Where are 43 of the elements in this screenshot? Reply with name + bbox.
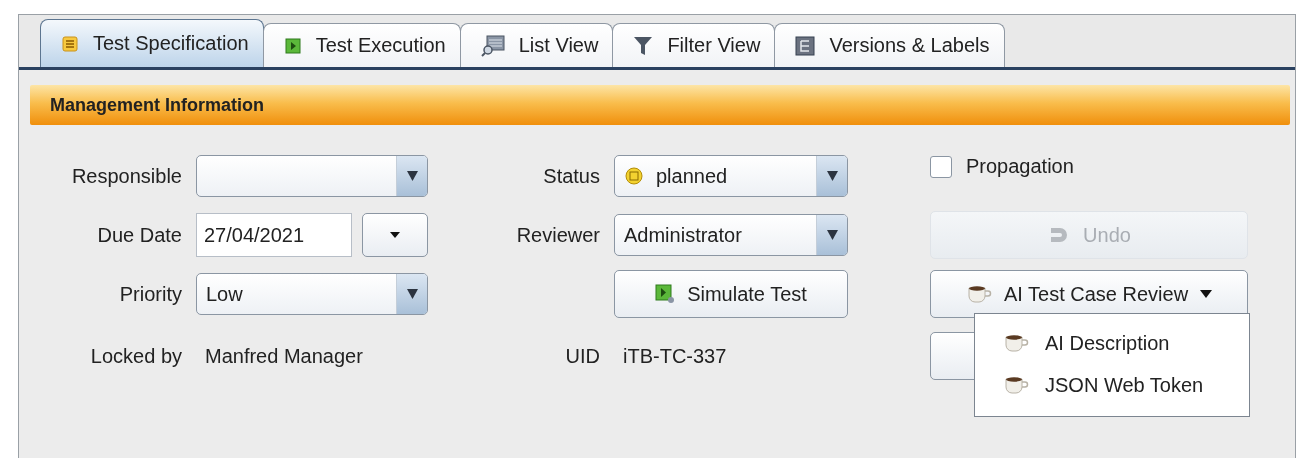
dropdown[interactable]: Low (196, 273, 428, 315)
dropdown[interactable]: Administrator (614, 214, 848, 256)
field-label: Reviewer (516, 223, 600, 247)
date-picker-button[interactable] (362, 213, 428, 257)
checkbox-label: Propagation (966, 155, 1074, 178)
status-icon (624, 166, 644, 186)
field-label: UID (565, 344, 600, 368)
field-label: Responsible (71, 164, 182, 188)
list-icon (61, 34, 79, 53)
tab[interactable]: Test Execution (262, 23, 461, 67)
uid-value: iTB-TC-337 (623, 344, 727, 368)
play-icon (655, 284, 676, 304)
field-label: Status (543, 164, 600, 188)
simulate-test-button[interactable]: Simulate Test (614, 270, 848, 318)
date-field[interactable]: 27/04/2021 (196, 213, 352, 257)
caret-icon (826, 171, 838, 181)
ai-review-button[interactable]: AI Test Case Review (930, 270, 1248, 318)
caret-icon (406, 171, 418, 181)
play-icon (283, 36, 302, 55)
tab[interactable]: Versions & Labels (774, 23, 1005, 67)
cup-icon (965, 285, 992, 303)
field-label: Due Date (97, 223, 182, 247)
caret-icon (826, 230, 838, 240)
field-label: Priority (119, 282, 182, 306)
locked-by-value: Manfred Manager (205, 344, 363, 368)
cup-icon (1003, 334, 1029, 352)
caret-icon (390, 232, 400, 238)
dropdown[interactable]: planned (614, 155, 848, 197)
cup-icon (1003, 376, 1029, 394)
tab[interactable]: List View (459, 23, 614, 67)
filter-icon (633, 34, 654, 57)
menu-item[interactable]: JSON Web Token (975, 364, 1249, 406)
menu-item[interactable]: AI Description (975, 322, 1249, 364)
tab[interactable]: Test Specification (40, 19, 264, 67)
tree-icon (795, 35, 816, 56)
tab[interactable]: Filter View (612, 23, 776, 67)
checkbox[interactable] (930, 155, 952, 178)
window-search-icon (480, 34, 505, 57)
dropdown[interactable] (196, 155, 428, 197)
caret-icon (406, 289, 418, 299)
section-title: Management Information (50, 94, 264, 116)
caret-icon (1200, 290, 1213, 298)
field-label: Locked by (90, 344, 182, 368)
